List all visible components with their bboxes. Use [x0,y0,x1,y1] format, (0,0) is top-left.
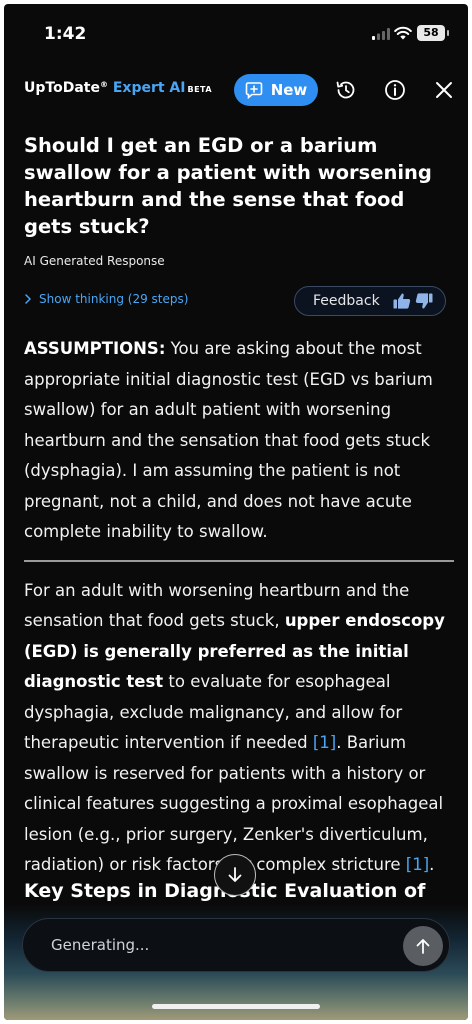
home-indicator[interactable] [152,1004,320,1009]
assumptions-paragraph: ASSUMPTIONS: You are asking about the mo… [24,334,454,548]
response-content: Should I get an EGD or a barium swallow … [24,132,454,881]
app-header: UpToDate® Expert AI BETA New [4,66,468,112]
question-title: Should I get an EGD or a barium swallow … [24,134,432,238]
arrow-down-icon [228,867,242,882]
battery-indicator: 58 [417,25,445,41]
assumptions-label: ASSUMPTIONS: [24,339,166,358]
answer-text-3: . Barium swallow is reserved for patient… [24,733,444,874]
beta-badge: BETA [187,85,213,94]
info-icon[interactable] [383,78,407,102]
arrow-up-icon [416,939,430,954]
status-time: 1:42 [44,24,87,44]
app-brand: UpToDate® Expert AI BETA [24,80,212,96]
show-thinking-label: Show thinking (29 steps) [39,292,189,306]
phone-screen: 1:42 58 UpToDate® Expert AI BETA New Sho… [4,4,468,1020]
citation-link[interactable]: [1] [406,855,429,874]
send-button[interactable] [403,926,443,966]
thumbs-down-icon[interactable] [414,291,434,311]
history-icon[interactable] [334,78,358,102]
ai-generated-label: AI Generated Response [24,254,165,268]
section-divider [24,559,454,562]
show-thinking-toggle[interactable]: Show thinking (29 steps) [24,292,188,306]
new-chat-button[interactable]: New [234,74,318,106]
brand-name: UpToDate [24,80,100,96]
battery-tip [447,30,449,36]
assumptions-text: You are asking about the most appropriat… [24,339,433,541]
cellular-signal-icon [372,28,390,40]
feedback-icons [392,291,434,311]
answer-text-4: . [429,855,435,874]
new-button-label: New [270,81,308,99]
new-chat-icon [245,82,263,99]
thumbs-up-icon[interactable] [392,291,412,311]
brand-registered: ® [99,80,108,89]
brand-product: Expert AI [112,80,186,96]
status-bar: 1:42 58 [4,4,468,66]
feedback-button[interactable]: Feedback [294,286,446,316]
feedback-label: Feedback [313,293,380,309]
chevron-right-icon [25,294,31,304]
chat-input-status: Generating... [51,936,150,954]
close-icon[interactable] [432,78,456,102]
scroll-down-button[interactable] [214,854,256,896]
thinking-feedback-row: Show thinking (29 steps) Feedback [24,286,454,318]
citation-link[interactable]: [1] [313,733,336,752]
answer-paragraph: For an adult with worsening heartburn an… [24,576,454,881]
chat-input-bar[interactable]: Generating... [22,918,450,972]
wifi-icon [394,26,412,40]
